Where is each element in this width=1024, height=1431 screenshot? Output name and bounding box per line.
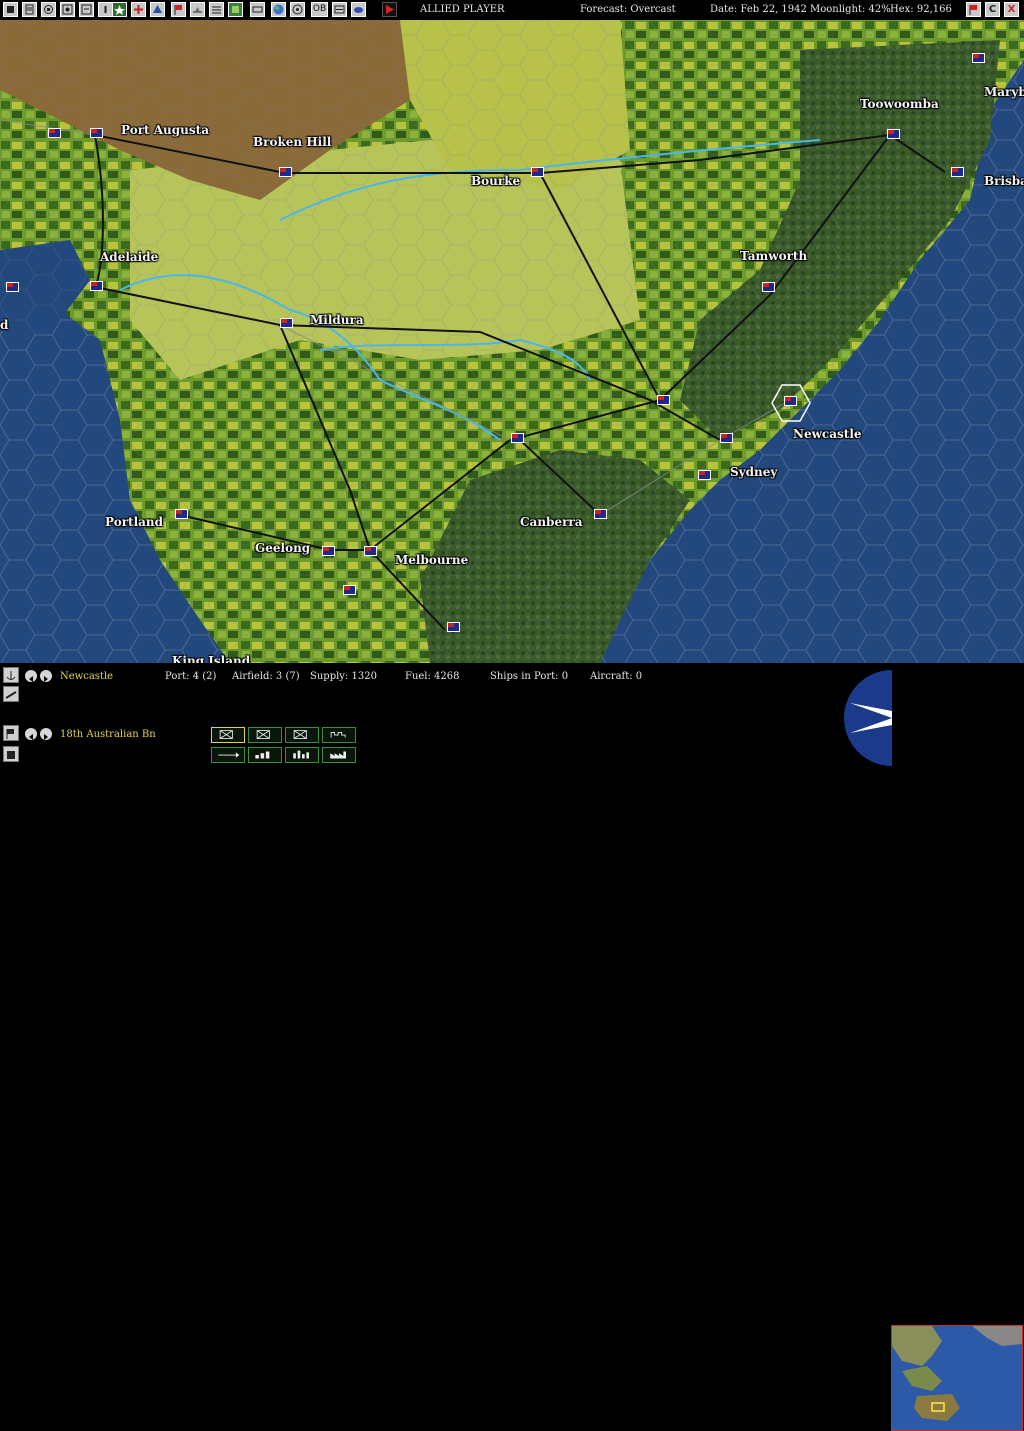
port-stat: Port: 4 (2) <box>165 671 217 682</box>
cloud-icon[interactable] <box>351 2 366 17</box>
flag-icon[interactable] <box>887 129 900 139</box>
flag-icon[interactable] <box>6 282 19 292</box>
moonlight-label: Moonlight: 42% <box>810 4 891 15</box>
city-label-king-island: King Island <box>172 654 251 663</box>
infantry-unit-icon[interactable] <box>211 727 245 743</box>
city-label-tamworth: Tamworth <box>740 249 808 263</box>
flag-icon[interactable] <box>972 53 985 63</box>
flag-icon[interactable] <box>364 546 377 556</box>
flag-icon[interactable] <box>447 622 460 632</box>
close-button[interactable]: X <box>1004 2 1019 17</box>
target-icon[interactable] <box>290 2 305 17</box>
flag-icon[interactable] <box>951 167 964 177</box>
flag-icon[interactable] <box>343 585 356 595</box>
flag-icon[interactable] <box>279 167 292 177</box>
plane-icon[interactable] <box>3 686 19 702</box>
info-icon[interactable] <box>98 2 113 17</box>
ships-in-port-stat: Ships in Port: 0 <box>490 671 569 682</box>
globe-icon[interactable] <box>271 2 286 17</box>
city-label-toowoomba: Toowoomba <box>860 97 939 111</box>
flag-icon[interactable] <box>90 128 103 138</box>
air-icon[interactable] <box>131 2 146 17</box>
info-panel: Newcastle Port: 4 (2) Airfield: 3 (7) Su… <box>0 663 1024 1431</box>
minimap-world <box>892 1326 1022 1430</box>
city-label-partial: d <box>0 318 9 332</box>
supply-stat: Supply: 1320 <box>310 671 377 682</box>
info-icon[interactable] <box>79 2 94 17</box>
forecast-label: Forecast: Overcast <box>580 4 676 15</box>
city-icon[interactable] <box>285 747 319 763</box>
list-icon[interactable] <box>250 2 265 17</box>
end-turn-icon[interactable] <box>382 2 397 17</box>
city-label-geelong: Geelong <box>255 541 311 555</box>
flag-icon[interactable] <box>657 395 670 405</box>
list-icon[interactable] <box>332 2 347 17</box>
star-icon[interactable] <box>112 2 127 17</box>
city-label-maryborough: Maryb <box>984 85 1024 99</box>
city-label-canberra: Canberra <box>520 515 583 529</box>
flag-icon[interactable] <box>3 725 19 741</box>
flag-icon[interactable] <box>720 433 733 443</box>
infantry-unit-icon[interactable] <box>285 727 319 743</box>
move-icon[interactable] <box>211 747 245 763</box>
reinforce-icon[interactable] <box>248 747 282 763</box>
city-label-mildura: Mildura <box>310 313 364 327</box>
city-label-broken-hill: Broken Hill <box>253 135 332 149</box>
city-label-port-augusta: Port Augusta <box>121 123 209 137</box>
sort-icon[interactable] <box>209 2 224 17</box>
date-label: Date: Feb 22, 1942 <box>710 4 807 15</box>
report-icon[interactable] <box>22 2 37 17</box>
hex-label: Hex: 92,166 <box>890 4 952 15</box>
aircraft-stat: Aircraft: 0 <box>590 671 643 682</box>
next-location-icon[interactable] <box>40 670 52 682</box>
location-name[interactable]: Newcastle <box>60 671 113 682</box>
flag-toggle-button[interactable] <box>966 2 981 17</box>
city-label-melbourne: Melbourne <box>395 553 469 567</box>
player-label: ALLIED PLAYER <box>420 4 505 15</box>
map-terrain <box>0 20 1024 663</box>
city-label-sydney: Sydney <box>730 465 778 479</box>
city-label-portland: Portland <box>105 515 164 529</box>
flag-icon[interactable] <box>762 282 775 292</box>
minimap[interactable] <box>891 1325 1023 1431</box>
find-icon[interactable] <box>60 2 75 17</box>
flag-icon[interactable] <box>784 396 797 406</box>
anchor-icon[interactable] <box>3 667 19 683</box>
flag-icon[interactable] <box>594 509 607 519</box>
flag-icon[interactable] <box>171 2 186 17</box>
city-label-bourke: Bourke <box>471 174 521 188</box>
map-icon[interactable] <box>228 2 243 17</box>
fuel-stat: Fuel: 4268 <box>405 671 460 682</box>
city-label-adelaide: Adelaide <box>100 250 159 264</box>
flag-icon[interactable] <box>531 167 544 177</box>
flag-icon[interactable] <box>48 128 61 138</box>
replay-icon[interactable] <box>41 2 56 17</box>
flag-icon[interactable] <box>322 546 335 556</box>
airfield-stat: Airfield: 3 (7) <box>232 671 300 682</box>
flag-icon[interactable] <box>175 509 188 519</box>
hex-map[interactable]: Port Augusta Broken Hill Bourke Toowoomb… <box>0 20 1024 663</box>
main-menu-icon[interactable] <box>3 2 18 17</box>
city-label-newcastle: Newcastle <box>793 427 862 441</box>
unit-name[interactable]: 18th Australian Bn <box>60 729 156 740</box>
unit-list-icon[interactable] <box>3 746 19 762</box>
prev-unit-icon[interactable] <box>25 728 37 740</box>
flag-icon[interactable] <box>280 318 293 328</box>
infantry-unit-icon[interactable] <box>248 727 282 743</box>
city-label-brisbane: Brisba <box>984 174 1024 188</box>
prev-location-icon[interactable] <box>25 670 37 682</box>
supply-icon[interactable] <box>190 2 205 17</box>
ob-icon[interactable]: OB <box>311 2 328 17</box>
factory-icon[interactable] <box>322 747 356 763</box>
flag-icon[interactable] <box>698 470 711 480</box>
flag-icon[interactable] <box>511 433 524 443</box>
fort-icon[interactable] <box>322 727 356 743</box>
c-button[interactable]: C <box>985 2 1000 17</box>
top-toolbar: OB ALLIED PLAYER Forecast: Overcast Date… <box>0 0 1024 20</box>
compass-icon <box>844 670 892 766</box>
next-unit-icon[interactable] <box>40 728 52 740</box>
flag-icon[interactable] <box>90 281 103 291</box>
ship-icon[interactable] <box>150 2 165 17</box>
